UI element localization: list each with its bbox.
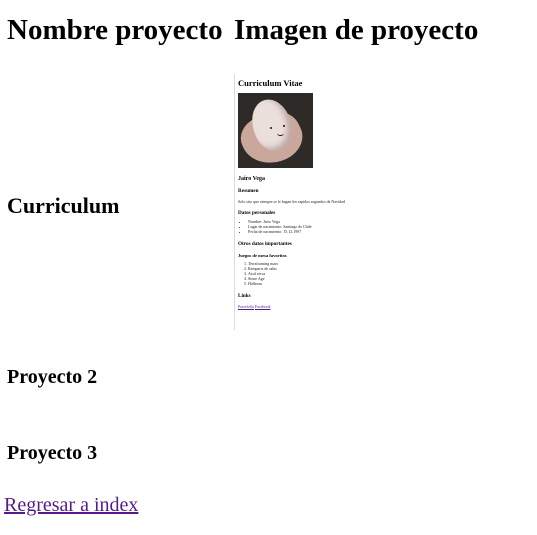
row-title-proyecto-2: Proyecto 2 <box>7 366 98 388</box>
profile-photo <box>238 93 313 168</box>
cv-games-heading: Juegos de mesa favoritos <box>238 252 287 258</box>
portfolio-link[interactable]: Portafolio <box>238 304 254 309</box>
cv-name: Jairo Vega <box>238 176 266 182</box>
cv-links: Portafolio Facebook <box>238 304 346 309</box>
back-to-index-link[interactable]: Regresar a index <box>4 494 138 517</box>
cv-summary-heading: Resumen <box>238 188 259 194</box>
row-title-curriculum: Curriculum <box>7 193 120 218</box>
curriculum-preview[interactable]: Curriculum Vitae Jairo Vega Resumen Solo… <box>234 74 346 330</box>
row-title-proyecto-3: Proyecto 3 <box>7 442 98 464</box>
column-header-name: Nombre proyecto <box>7 14 223 46</box>
column-header-image: Imagen de proyecto <box>234 14 479 46</box>
cv-games-list: Terraforming mars Ramparts de sabu Azul … <box>238 261 346 287</box>
list-item: Halleruu <box>248 281 346 286</box>
cv-other-heading: Otros datos importantes <box>238 240 292 247</box>
cv-title: Curriculum Vitae <box>238 78 303 88</box>
cv-summary-text: Solo sito que siempre se le hagan los ra… <box>238 199 346 204</box>
cv-links-heading: Links <box>238 292 251 299</box>
facebook-link[interactable]: Facebook <box>255 304 271 309</box>
cv-personal-list: Nombre: Jairo Vega Lugar de nacimiento: … <box>238 219 346 235</box>
cv-personal-heading: Datos personales <box>238 210 276 216</box>
list-item: Fecha de nacimiento: 15.12.1997 <box>248 229 346 234</box>
